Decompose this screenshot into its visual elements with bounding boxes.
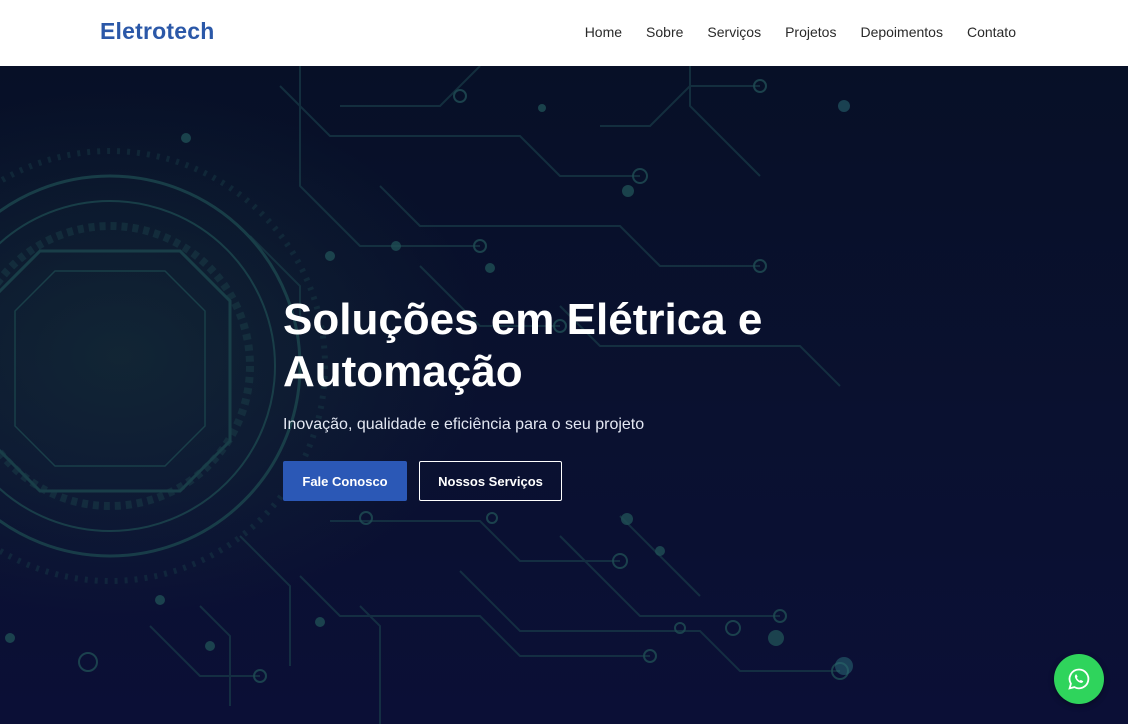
services-button[interactable]: Nossos Serviços xyxy=(419,461,562,501)
nav-link-depoimentos[interactable]: Depoimentos xyxy=(860,24,943,40)
nav-link-contato[interactable]: Contato xyxy=(967,24,1016,40)
nav-link-sobre[interactable]: Sobre xyxy=(646,24,683,40)
nav-link-projetos[interactable]: Projetos xyxy=(785,24,836,40)
hero-title: Soluções em Elétrica e Automação xyxy=(283,295,763,396)
brand-logo[interactable]: Eletrotech xyxy=(100,18,214,45)
whatsapp-icon xyxy=(1068,668,1090,690)
hero-subtitle: Inovação, qualidade e eficiência para o … xyxy=(283,416,645,433)
whatsapp-button[interactable] xyxy=(1054,654,1104,704)
nav-link-home[interactable]: Home xyxy=(585,24,622,40)
nav-link-servicos[interactable]: Serviços xyxy=(707,24,761,40)
contact-button[interactable]: Fale Conosco xyxy=(283,461,407,501)
hero-section: Soluções em Elétrica e Automação Inovaçã… xyxy=(0,66,1128,724)
nav-menu: Home Sobre Serviços Projetos Depoimentos… xyxy=(561,24,1016,40)
navbar: Eletrotech Home Sobre Serviços Projetos … xyxy=(0,0,1128,66)
